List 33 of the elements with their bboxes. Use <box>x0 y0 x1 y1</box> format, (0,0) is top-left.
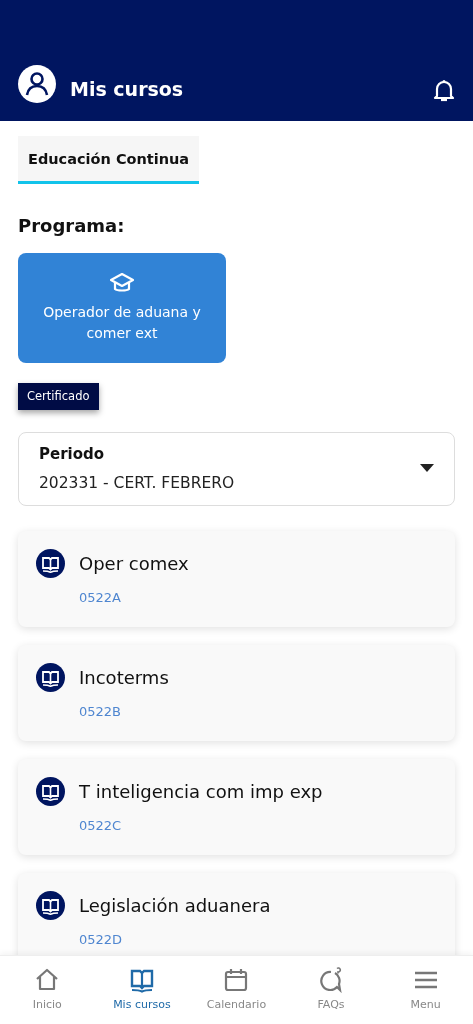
bell-icon[interactable] <box>433 79 455 103</box>
course-code: 0522C <box>79 816 123 835</box>
book-icon <box>36 662 65 692</box>
speech-bubble-icon <box>318 966 345 993</box>
period-dropdown[interactable]: Periodo 202331 - CERT. FEBRERO <box>18 432 455 506</box>
book-icon <box>36 890 65 920</box>
avatar-icon[interactable] <box>18 65 56 103</box>
nav-tab[interactable]: Menu <box>378 956 473 1024</box>
course-code: 0522B <box>79 702 122 721</box>
course-name: Legislación aduanera <box>79 893 271 918</box>
page-title: Mis cursos <box>70 76 185 102</box>
course-name: Oper comex <box>79 551 189 576</box>
certificate-tag: Certificado <box>18 382 99 410</box>
graduation-cap-icon <box>110 272 134 295</box>
course-code: 0522D <box>79 930 124 949</box>
course-card[interactable]: T inteligencia com imp exp 0522C <box>18 758 455 855</box>
book-icon <box>36 548 65 578</box>
tab[interactable]: Educación Continua <box>18 136 200 184</box>
nav-tab[interactable]: Calendario <box>189 956 284 1024</box>
course-card[interactable]: Legislación aduanera 0522D <box>18 872 455 955</box>
course-card[interactable]: Incoterms 0522B <box>18 644 455 741</box>
nav-tab[interactable]: FAQs <box>283 956 379 1024</box>
section-heading: Programa: <box>18 213 126 238</box>
course-card[interactable]: Oper comex 0522A <box>18 530 455 627</box>
book-icon <box>36 776 65 806</box>
course-code: 0522A <box>79 588 122 607</box>
course-name: Incoterms <box>79 665 169 690</box>
course-name: T inteligencia com imp exp <box>79 779 323 804</box>
nav-tab[interactable]: Inicio <box>0 956 95 1024</box>
caret-icon <box>420 464 434 474</box>
calendar-icon <box>223 966 250 993</box>
program-button[interactable]: Operador de aduana y comer ext <box>18 252 226 363</box>
nav-tab[interactable]: Mis cursos <box>94 956 190 1024</box>
